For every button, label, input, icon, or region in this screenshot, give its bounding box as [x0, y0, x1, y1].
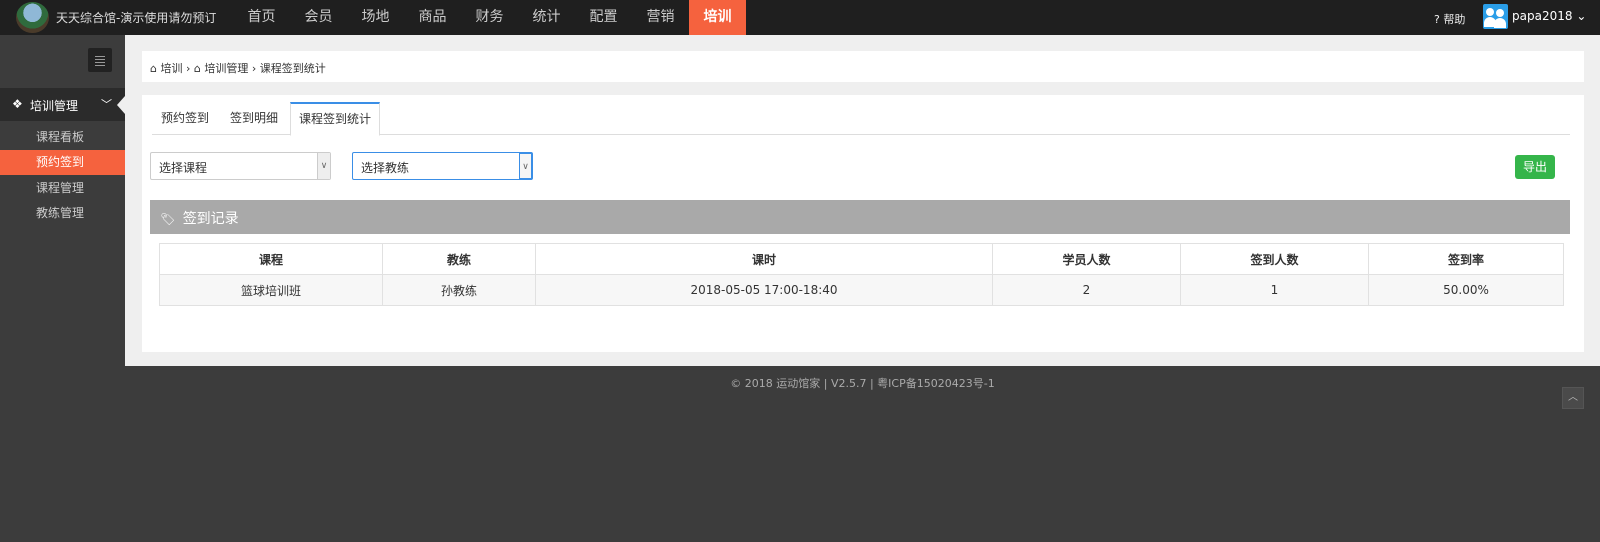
table-header-row: 课程 教练 课时 学员人数 签到人数 签到率: [159, 243, 1564, 275]
footer-copyright: © 2018 运动馆家 | V2.5.7 | 粤ICP备15020423号-1: [730, 377, 995, 390]
checkin-stats-table: 课程 教练 课时 学员人数 签到人数 签到率 篮球培训班 孙教练 2018-05…: [159, 243, 1564, 306]
course-select[interactable]: 选择课程 ∨: [150, 152, 331, 180]
sidebar-item-course-management[interactable]: 课程管理: [0, 176, 125, 201]
tags-icon: 🏷: [160, 212, 176, 226]
brand-title: 天天综合馆-演示使用请勿预订: [56, 11, 217, 25]
venue-logo[interactable]: [16, 2, 49, 33]
chevron-down-icon: ∨: [317, 153, 330, 179]
nav-statistics[interactable]: 统计: [518, 0, 575, 35]
breadcrumb-root[interactable]: 培训: [160, 62, 182, 75]
sidebar: ❖ 培训管理 ﹀ 课程看板 预约签到 课程管理 教练管理: [0, 35, 125, 542]
breadcrumb-separator: ›: [251, 62, 257, 75]
cell-coach: 孙教练: [382, 274, 536, 306]
nav-products[interactable]: 商品: [404, 0, 461, 35]
column-header-coach[interactable]: 教练: [382, 243, 536, 275]
coach-select[interactable]: 选择教练 ∨: [352, 152, 533, 180]
nav-home[interactable]: 首页: [233, 0, 290, 35]
tab-checkin-detail[interactable]: 签到明细: [221, 102, 287, 135]
tab-checkin[interactable]: 预约签到: [152, 102, 218, 135]
column-header-checkin-count[interactable]: 签到人数: [1180, 243, 1369, 275]
sidebar-group-training[interactable]: ❖ 培训管理 ﹀: [0, 88, 125, 121]
nav-training[interactable]: 培训: [689, 0, 746, 35]
column-header-student-count[interactable]: 学员人数: [992, 243, 1181, 275]
sidebar-item-course-board[interactable]: 课程看板: [0, 125, 125, 150]
user-menu[interactable]: papa2018 ⌄: [1512, 9, 1586, 23]
cell-checkin-count: 1: [1180, 274, 1369, 306]
breadcrumb-level2[interactable]: 培训管理: [204, 62, 248, 75]
nav-members[interactable]: 会员: [290, 0, 347, 35]
sidebar-item-coach-management[interactable]: 教练管理: [0, 201, 125, 226]
help-icon: ?: [1434, 13, 1440, 26]
column-header-checkin-rate[interactable]: 签到率: [1368, 243, 1564, 275]
user-avatar[interactable]: [1483, 4, 1508, 29]
course-select-value: 选择课程: [159, 161, 208, 175]
tab-course-checkin-stats[interactable]: 课程签到统计: [290, 102, 380, 136]
table-row[interactable]: 篮球培训班 孙教练 2018-05-05 17:00-18:40 2 1 50.…: [159, 274, 1564, 306]
breadcrumb-separator: ›: [185, 62, 191, 75]
cell-checkin-rate: 50.00%: [1368, 274, 1564, 306]
cell-student-count: 2: [992, 274, 1181, 306]
cell-session-time: 2018-05-05 17:00-18:40: [535, 274, 993, 306]
breadcrumb: ⌂ 培训 › ⌂ 培训管理 › 课程签到统计: [142, 51, 1584, 82]
sidebar-group-label: 培训管理: [30, 99, 79, 113]
username-label: papa2018: [1512, 9, 1573, 23]
nav-finance[interactable]: 财务: [461, 0, 518, 35]
breadcrumb-current: 课程签到统计: [259, 62, 326, 75]
chevron-down-icon: ﹀: [101, 98, 112, 111]
column-header-session-time[interactable]: 课时: [535, 243, 993, 275]
main-content: ⌂ 培训 › ⌂ 培训管理 › 课程签到统计 预约签到 签到明细 课程签到统计 …: [125, 35, 1600, 366]
help-link[interactable]: ? 帮助: [1434, 11, 1465, 27]
home-icon: ⌂: [193, 62, 201, 75]
section-header: 🏷 签到记录: [150, 200, 1570, 234]
scroll-to-top-button[interactable]: ︿: [1562, 387, 1584, 409]
nav-marketing[interactable]: 营销: [632, 0, 689, 35]
section-title: 签到记录: [182, 211, 239, 227]
cell-course: 篮球培训班: [159, 274, 383, 306]
sidebar-item-checkin[interactable]: 预约签到: [0, 150, 125, 175]
chevron-up-icon: ︿: [1568, 392, 1578, 403]
sidebar-toggle-button[interactable]: [88, 48, 112, 72]
main-nav: 首页 会员 场地 商品 财务 统计 配置 营销 培训: [233, 0, 746, 35]
cubes-icon: ❖: [12, 97, 23, 111]
tab-bar: 预约签到 签到明细 课程签到统计: [152, 102, 1570, 136]
chevron-down-icon: ∨: [519, 153, 532, 179]
stats-panel: 预约签到 签到明细 课程签到统计 选择课程 ∨ 选择教练 ∨ 导出 🏷 签到记录…: [142, 95, 1584, 352]
home-icon: ⌂: [150, 62, 157, 75]
column-header-course[interactable]: 课程: [159, 243, 383, 275]
chevron-down-icon: ⌄: [1576, 9, 1587, 23]
nav-venues[interactable]: 场地: [347, 0, 404, 35]
top-navbar: 天天综合馆-演示使用请勿预订 首页 会员 场地 商品 财务 统计 配置 营销 培…: [0, 0, 1600, 35]
coach-select-value: 选择教练: [361, 161, 410, 175]
help-label: 帮助: [1443, 13, 1466, 26]
export-button[interactable]: 导出: [1515, 155, 1555, 179]
nav-config[interactable]: 配置: [575, 0, 632, 35]
